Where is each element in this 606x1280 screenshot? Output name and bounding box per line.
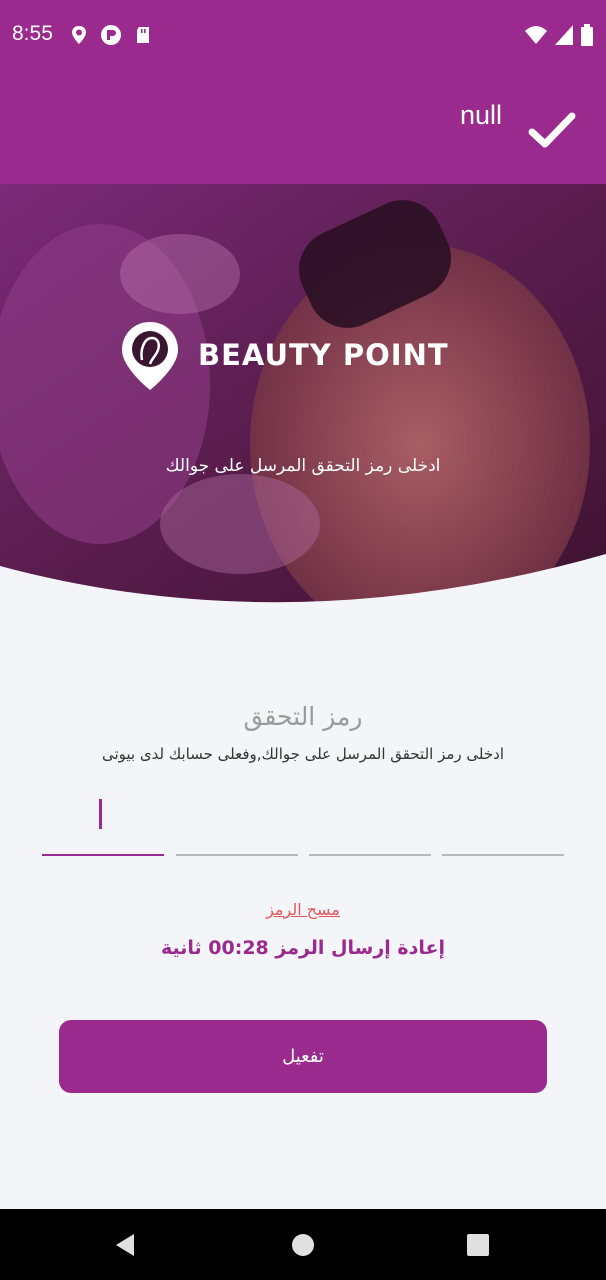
hero-banner: BEAUTY POINT ادخلى رمز التحقق المرسل على…	[0, 184, 606, 604]
location-pin-icon	[122, 322, 178, 390]
app-icon	[101, 25, 121, 45]
sd-card-icon	[137, 27, 149, 43]
check-icon[interactable]	[528, 110, 576, 150]
signal-icon	[555, 25, 573, 45]
home-icon[interactable]	[289, 1231, 317, 1259]
otp-digit-field[interactable]	[309, 790, 431, 856]
recents-icon[interactable]	[464, 1231, 492, 1259]
otp-input-row	[42, 790, 564, 856]
app-title: null	[459, 100, 502, 130]
hero-subtitle: ادخلى رمز التحقق المرسل على جوالك	[165, 456, 441, 476]
otp-digit-field[interactable]	[442, 790, 564, 856]
clear-code-link[interactable]: مسح الرمز	[0, 900, 606, 919]
status-time: 8:55	[12, 22, 53, 45]
app-bar: null	[0, 72, 606, 184]
system-nav-bar	[0, 1209, 606, 1280]
activate-button[interactable]: تفعيل	[59, 1020, 547, 1093]
status-left-icons	[68, 24, 154, 46]
wifi-icon	[525, 26, 547, 44]
text-cursor	[99, 799, 102, 829]
otp-digit-field[interactable]	[42, 790, 164, 856]
battery-icon	[581, 24, 593, 46]
form-title: رمز التحقق	[243, 702, 363, 731]
hero-curve	[0, 554, 606, 604]
brand-logo: BEAUTY POINT	[120, 320, 490, 392]
status-right-icons	[524, 24, 594, 46]
location-icon	[72, 26, 86, 44]
back-icon[interactable]	[112, 1231, 140, 1259]
resend-countdown: إعادة إرسال الرمز 00:28 ثانية	[160, 937, 446, 959]
form-instruction: ادخلى رمز التحقق المرسل على جوالك,وفعلى …	[101, 745, 504, 763]
status-bar: 8:55	[0, 0, 606, 72]
logo-text: BEAUTY POINT	[198, 338, 449, 372]
otp-digit-field[interactable]	[176, 790, 298, 856]
